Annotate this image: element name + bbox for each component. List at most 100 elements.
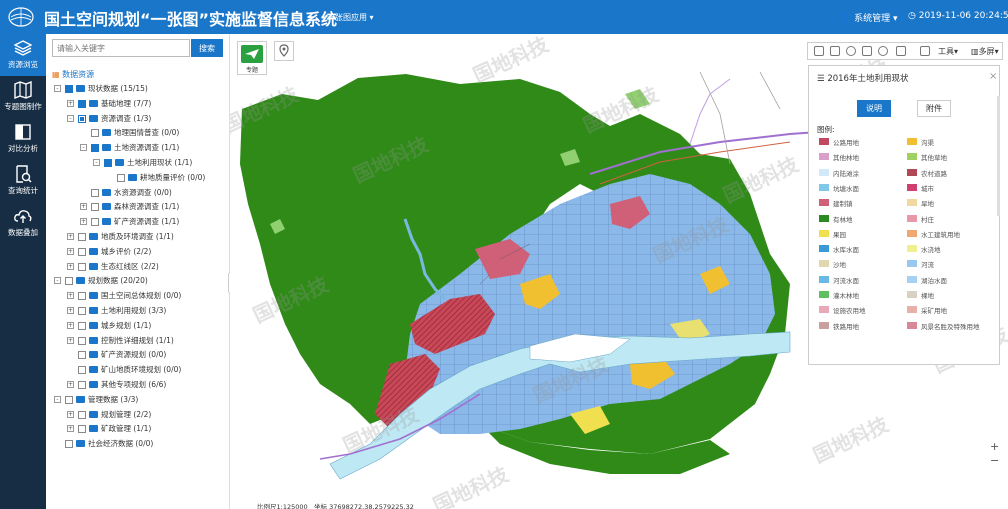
tree-node[interactable]: - 管理数据 (3/3) xyxy=(46,393,230,408)
checkbox[interactable] xyxy=(91,203,99,212)
tree-node[interactable]: + 规划管理 (2/2) xyxy=(46,408,230,423)
tree-node[interactable]: + 地质及环境调查 (1/1) xyxy=(46,230,230,245)
expand-icon[interactable]: + xyxy=(67,380,74,388)
zoom-in-button[interactable]: + xyxy=(990,440,999,453)
checkbox[interactable] xyxy=(78,232,86,241)
checkbox[interactable] xyxy=(78,410,86,419)
search-input[interactable] xyxy=(52,39,190,57)
checkbox[interactable] xyxy=(117,173,125,182)
checkbox[interactable] xyxy=(65,85,73,93)
collapse-icon[interactable]: - xyxy=(54,395,61,403)
expand-icon[interactable]: + xyxy=(67,292,74,300)
tree-node-label: 规划数据 (20/20) xyxy=(88,276,148,286)
expand-icon[interactable]: + xyxy=(67,306,74,314)
map-view[interactable]: 国地科技 国地科技 国地科技 国地科技 国地科技 国地科技 国地科技 国地科技 … xyxy=(230,34,1008,509)
checkbox[interactable] xyxy=(65,395,73,404)
nav-query[interactable]: 查询统计 xyxy=(0,160,46,202)
checkbox[interactable] xyxy=(78,366,86,375)
collapse-icon[interactable]: - xyxy=(54,85,61,92)
tree-node[interactable]: - 规划数据 (20/20) xyxy=(46,274,230,289)
legend-item: 其他草地 xyxy=(907,151,997,163)
tree-node[interactable]: 水资源调查 (0/0) xyxy=(46,186,230,201)
legend-scrollbar[interactable] xyxy=(997,96,1000,216)
multiscreen-dropdown[interactable]: ▥多屏▾ xyxy=(971,46,999,57)
nav-label: 对比分析 xyxy=(8,144,38,153)
tree-node[interactable]: + 国土空间总体规划 (0/0) xyxy=(46,289,230,304)
tree-node[interactable]: - 现状数据 (15/15) xyxy=(46,82,230,97)
info-icon[interactable] xyxy=(846,46,856,56)
tab-attachment[interactable]: 附件 xyxy=(917,100,951,117)
checkbox[interactable] xyxy=(78,262,86,271)
checkbox[interactable] xyxy=(104,158,112,167)
expand-icon[interactable]: + xyxy=(80,218,87,226)
expand-icon[interactable]: + xyxy=(67,410,74,418)
collapse-icon[interactable]: - xyxy=(67,114,74,122)
checkbox[interactable] xyxy=(78,380,86,389)
legend-swatch xyxy=(819,229,829,237)
checkbox[interactable] xyxy=(91,129,99,138)
checkbox[interactable] xyxy=(78,247,86,256)
tree-node[interactable]: 耕地质量评价 (0/0) xyxy=(46,171,230,186)
close-icon[interactable]: × xyxy=(989,71,997,82)
expand-icon[interactable]: + xyxy=(67,99,74,107)
refresh-icon[interactable] xyxy=(830,46,840,56)
collapse-icon[interactable]: - xyxy=(80,144,87,152)
expand-icon[interactable]: + xyxy=(67,425,74,433)
locate-button[interactable] xyxy=(274,41,294,61)
tree-node[interactable]: 矿山地质环境规划 (0/0) xyxy=(46,363,230,378)
nav-topic-map[interactable]: 专题图制作 xyxy=(0,76,46,118)
checkbox[interactable] xyxy=(78,306,86,315)
module-select[interactable]: 一张图应用 ▾ xyxy=(327,12,374,23)
zoom-out-button[interactable]: − xyxy=(990,454,999,467)
tools-dropdown[interactable]: 工具▾ xyxy=(938,46,958,57)
expand-icon[interactable]: + xyxy=(67,336,74,344)
tree-node[interactable]: 地理国情普查 (0/0) xyxy=(46,126,230,141)
tree-node[interactable]: + 矿政管理 (1/1) xyxy=(46,422,230,437)
tree-node[interactable]: 矿产资源规划 (0/0) xyxy=(46,348,230,363)
checkbox[interactable] xyxy=(78,114,86,123)
tab-description[interactable]: 说明 xyxy=(857,100,891,117)
checkbox[interactable] xyxy=(78,351,86,360)
expand-icon[interactable]: + xyxy=(80,203,87,211)
tree-node[interactable]: + 矿产资源调查 (1/1) xyxy=(46,215,230,230)
checkbox[interactable] xyxy=(65,440,73,449)
nav-data-overlay[interactable]: 数据叠加 xyxy=(0,202,46,244)
collapse-icon[interactable]: - xyxy=(54,277,61,285)
tree-node[interactable]: - 土地利用现状 (1/1) xyxy=(46,156,230,171)
tree-node[interactable]: - 资源调查 (1/3) xyxy=(46,112,230,127)
tree-node[interactable]: + 其他专项规划 (6/6) xyxy=(46,378,230,393)
topic-button[interactable]: 专题 xyxy=(237,41,267,75)
checkbox[interactable] xyxy=(91,144,99,153)
expand-icon[interactable]: + xyxy=(67,232,74,240)
user-menu[interactable]: 👤 系统管理 ▾ xyxy=(840,11,898,24)
nav-compare[interactable]: 对比分析 xyxy=(0,118,46,160)
fullscreen-icon[interactable] xyxy=(862,46,872,56)
expand-icon[interactable]: + xyxy=(67,247,74,255)
tree-node[interactable]: + 土地利用规划 (3/3) xyxy=(46,304,230,319)
pan-icon[interactable] xyxy=(814,46,824,56)
tree-node[interactable]: - 土地资源调查 (1/1) xyxy=(46,141,230,156)
checkbox[interactable] xyxy=(78,321,86,330)
nav-resource-browse[interactable]: 资源浏览 xyxy=(0,34,46,76)
search-button[interactable]: 搜索 xyxy=(191,39,223,57)
checkbox[interactable] xyxy=(78,99,86,108)
checkbox[interactable] xyxy=(91,218,99,227)
tree-node[interactable]: + 控制性详细规划 (1/1) xyxy=(46,334,230,349)
trash-icon[interactable] xyxy=(896,46,906,56)
checkbox[interactable] xyxy=(65,277,73,286)
tree-node[interactable]: 社会经济数据 (0/0) xyxy=(46,437,230,452)
tree-node[interactable]: + 森林资源调查 (1/1) xyxy=(46,200,230,215)
checkbox[interactable] xyxy=(78,425,86,434)
collapse-icon[interactable]: - xyxy=(93,158,100,166)
tree-node[interactable]: + 城乡评价 (2/2) xyxy=(46,245,230,260)
checkbox[interactable] xyxy=(78,336,86,345)
tree-node[interactable]: + 城乡规划 (1/1) xyxy=(46,319,230,334)
checkbox[interactable] xyxy=(91,188,99,197)
measure-icon[interactable] xyxy=(878,46,888,56)
tree-node[interactable]: + 基础地理 (7/7) xyxy=(46,97,230,112)
expand-icon[interactable]: + xyxy=(67,262,74,270)
checkbox[interactable] xyxy=(78,292,86,301)
tree-node[interactable]: + 生态红线区 (2/2) xyxy=(46,260,230,275)
legend-item-label: 设施农用地 xyxy=(833,307,866,316)
expand-icon[interactable]: + xyxy=(67,321,74,329)
